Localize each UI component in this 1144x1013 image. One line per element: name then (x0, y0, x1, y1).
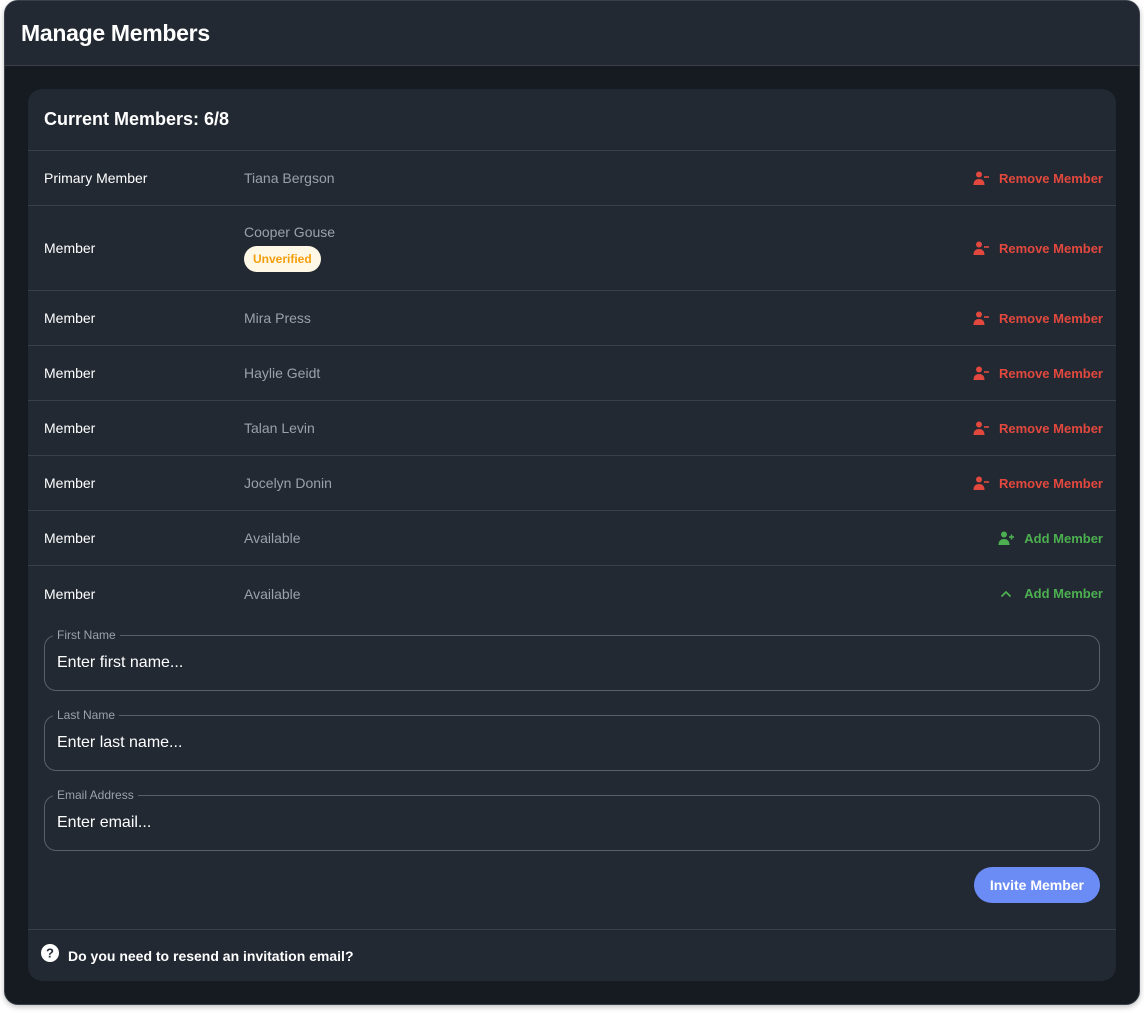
remove-member-button[interactable]: Remove Member (973, 170, 1103, 186)
action-label: Remove Member (998, 420, 1103, 436)
member-role: Member (44, 310, 96, 326)
member-role: Member (44, 240, 96, 256)
remove-member-button[interactable]: Remove Member (973, 310, 1103, 326)
first-name-input[interactable] (57, 654, 1099, 672)
member-name: Available (244, 530, 301, 546)
member-row: Member Mira Press Remove Member (28, 291, 1116, 346)
member-role: Member (44, 530, 96, 546)
user-minus-icon (973, 365, 989, 381)
members-card: Current Members: 6/8 Primary Member Tiana… (28, 89, 1116, 981)
member-name-cell: Available (244, 530, 998, 546)
action-label: Add Member (1024, 530, 1103, 546)
member-list: Primary Member Tiana Bergson Remove Member… (28, 151, 1116, 621)
help-circle-icon: ? (41, 944, 59, 967)
email-input[interactable] (57, 814, 1099, 832)
last-name-field: Last Name (44, 708, 1100, 771)
last-name-input[interactable] (57, 734, 1099, 752)
member-name: Mira Press (244, 310, 311, 326)
first-name-label: First Name (53, 628, 120, 642)
remove-member-button[interactable]: Remove Member (973, 240, 1103, 256)
member-role: Member (44, 365, 96, 381)
user-plus-icon (998, 530, 1015, 546)
remove-member-button[interactable]: Remove Member (973, 475, 1103, 491)
window-header: Manage Members (5, 1, 1139, 66)
action-label: Remove Member (998, 310, 1103, 326)
member-name-cell: Available (244, 586, 998, 602)
action-label: Remove Member (998, 475, 1103, 491)
manage-members-window: Manage Members Current Members: 6/8 Prim… (4, 0, 1140, 1005)
action-label: Remove Member (998, 365, 1103, 381)
add-member-button[interactable]: Add Member (998, 586, 1103, 602)
member-role: Member (44, 475, 96, 491)
user-minus-icon (973, 420, 989, 436)
user-minus-icon (973, 170, 989, 186)
unverified-badge: Unverified (244, 246, 321, 272)
member-name-cell: Mira Press (244, 310, 973, 326)
member-name: Cooper Gouse (244, 224, 336, 240)
member-role: Primary Member (44, 170, 148, 186)
member-row: Member Jocelyn Donin Remove Member (28, 456, 1116, 511)
chevron-up-icon (998, 586, 1014, 602)
email-field: Email Address (44, 788, 1100, 851)
member-name-cell: Tiana Bergson (244, 170, 973, 186)
user-minus-icon (973, 240, 989, 256)
invite-member-button[interactable]: Invite Member (973, 867, 1100, 903)
member-name: Haylie Geidt (244, 365, 321, 381)
resend-invitation-footer[interactable]: ? Do you need to resend an invitation em… (28, 929, 1116, 981)
member-row: Member Available Add Member (28, 566, 1116, 621)
user-minus-icon (973, 475, 989, 491)
add-member-button[interactable]: Add Member (998, 530, 1103, 546)
email-label: Email Address (53, 788, 138, 802)
last-name-label: Last Name (53, 708, 120, 722)
member-name: Jocelyn Donin (244, 475, 332, 491)
member-row: Member Haylie Geidt Remove Member (28, 346, 1116, 401)
resend-invitation-text: Do you need to resend an invitation emai… (68, 947, 354, 964)
members-count-title: Current Members: 6/8 (44, 109, 230, 129)
member-role: Member (44, 420, 96, 436)
svg-text:?: ? (46, 946, 54, 961)
member-name: Available (244, 585, 301, 602)
member-name-cell: Jocelyn Donin (244, 475, 973, 491)
invite-member-form: First Name Last Name Email Address Invit… (28, 621, 1116, 903)
form-actions: Invite Member (44, 867, 1100, 903)
member-row: Primary Member Tiana Bergson Remove Member (28, 151, 1116, 206)
member-name-cell: Haylie Geidt (244, 365, 973, 381)
member-row: Member Available Add Member (28, 511, 1116, 566)
member-row: Member Cooper Gouse Unverified Remove Membe… (28, 206, 1116, 291)
user-minus-icon (973, 310, 989, 326)
member-name-cell: Cooper Gouse Unverified (244, 224, 973, 272)
card-header: Current Members: 6/8 (28, 89, 1116, 151)
first-name-field: First Name (44, 628, 1100, 691)
member-name: Tiana Bergson (244, 170, 335, 186)
page-title: Manage Members (21, 19, 210, 46)
member-row: Member Talan Levin Remove Member (28, 401, 1116, 456)
member-name-cell: Talan Levin (244, 420, 973, 436)
action-label: Remove Member (998, 240, 1103, 256)
member-role: Member (44, 585, 96, 602)
action-label: Add Member (1024, 586, 1103, 601)
remove-member-button[interactable]: Remove Member (973, 420, 1103, 436)
member-name: Talan Levin (244, 420, 315, 436)
action-label: Remove Member (998, 170, 1103, 186)
remove-member-button[interactable]: Remove Member (973, 365, 1103, 381)
